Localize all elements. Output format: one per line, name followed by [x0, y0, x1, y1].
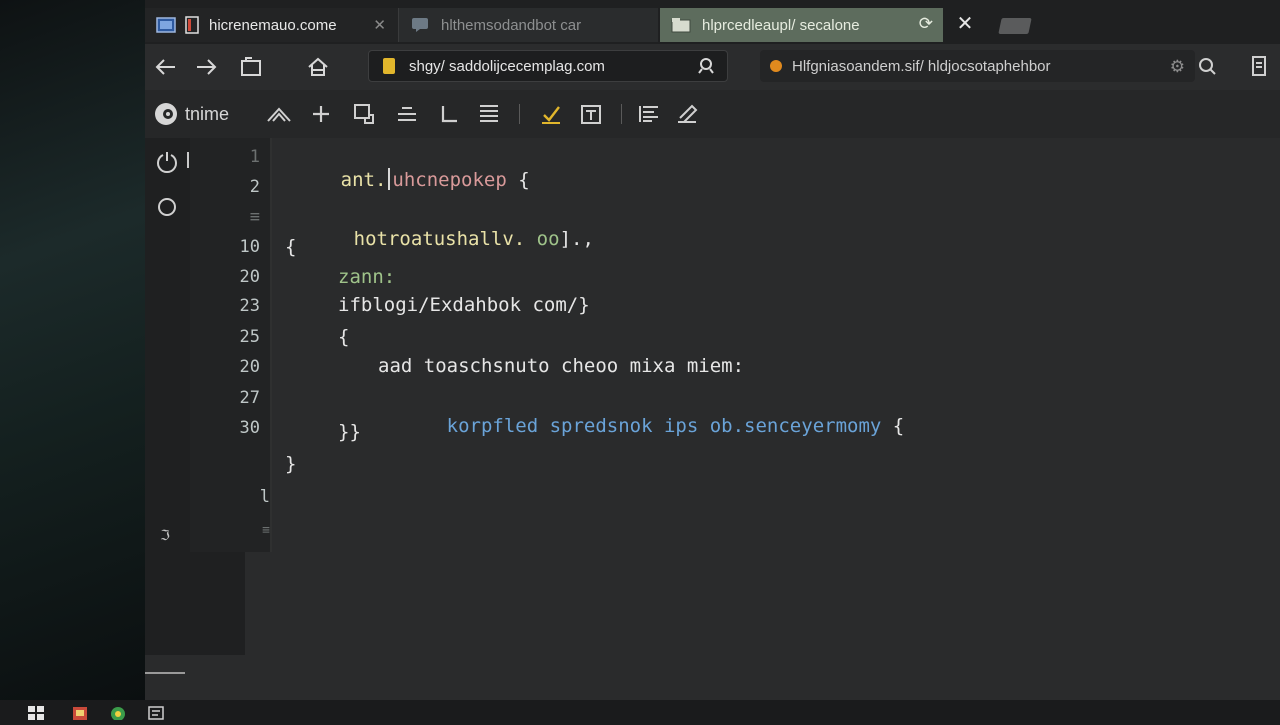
eye-icon [153, 102, 177, 126]
start-icon[interactable] [28, 706, 44, 720]
folder-icon [670, 14, 692, 36]
line-number: 20 [239, 267, 260, 287]
code-line-3: hotroatushallv. oo]., [285, 206, 594, 272]
line-number: 1 [249, 147, 260, 167]
toolbar-divider [519, 104, 520, 124]
rail-indicator [187, 152, 189, 168]
secondary-address-bar[interactable]: Hlfgniasoandem.sif/ hldjocsotaphehbor ⚙ [760, 50, 1195, 82]
line-number: 23 [239, 296, 260, 316]
code-token: ]., [559, 228, 594, 250]
address-bar[interactable]: shgy/ saddolijcecemplag.com [368, 50, 728, 82]
line-number: 2 [249, 177, 260, 197]
code-line-7: { [338, 326, 350, 348]
line-number: ≡ [249, 207, 260, 227]
text-cursor [388, 168, 391, 190]
editor-toolbar: tnime [145, 90, 1280, 138]
editor-brand[interactable]: tnime [153, 102, 229, 126]
secondary-address-text: Hlfgniasoandem.sif/ hldjocsotaphehbor [792, 57, 1051, 75]
rail-bottom-icon[interactable]: ℑ [153, 523, 177, 547]
lines-icon[interactable] [393, 100, 421, 128]
code-token: uhcnepokep [392, 169, 507, 191]
code-token: ant. [340, 169, 387, 191]
line-number: 30 [239, 418, 260, 438]
tab-2[interactable]: hlthemsodandbot car [398, 8, 658, 42]
tab-3[interactable]: hlprcedleaupl/ secalone ⟳ [660, 8, 943, 42]
circle-icon[interactable] [155, 195, 179, 219]
reload-icon[interactable]: ⟳ [919, 14, 933, 34]
line-number: l [259, 487, 270, 507]
tab-label: hicrenemauo.come [209, 16, 337, 34]
image-icon [155, 14, 177, 36]
menu-icon[interactable] [1245, 52, 1273, 80]
close-icon[interactable]: ✕ [953, 10, 977, 38]
search-icon[interactable] [697, 57, 715, 75]
desktop-background [0, 0, 146, 700]
editor-brand-label: tnime [185, 103, 230, 124]
line-number-gutter: 1 2 ≡ 10 20 23 25 20 27 30 l ≡ [190, 138, 272, 552]
warning-icon [770, 60, 782, 72]
code-editor[interactable]: ant. uhcnepokep { hotroatushallv. oo]., {… [272, 138, 1272, 658]
magnifier-icon[interactable] [1193, 52, 1221, 80]
line-number: ≡ [262, 523, 270, 538]
line-number: 20 [239, 357, 260, 377]
terminal-icon[interactable] [148, 706, 164, 720]
code-token: oo [525, 228, 560, 250]
code-line-6: ifblogi/Exdahbok com/} [338, 294, 590, 316]
code-line-10: }} [338, 421, 361, 443]
code-token: korpfled spredsnok ips ob.senceyermomy [446, 415, 882, 437]
power-icon[interactable] [155, 150, 179, 174]
code-line-5: zann: [338, 266, 396, 288]
address-text: shgy/ saddolijcecemplag.com [409, 57, 605, 75]
taskbar [0, 700, 1280, 721]
back-arrow-icon[interactable] [150, 52, 180, 82]
tab-label: hlthemsodandbot car [441, 16, 582, 34]
paragraph-icon[interactable] [635, 100, 663, 128]
code-line-9: korpfled spredsnok ips ob.senceyermomy { [378, 393, 905, 459]
code-line-8: aad toaschsnuto cheoo mixa miem: [378, 355, 745, 377]
crop-icon[interactable] [350, 100, 378, 128]
chevron-up-icon[interactable] [265, 100, 293, 128]
code-line-11: } [285, 453, 297, 475]
forward-arrow-icon[interactable] [192, 52, 222, 82]
code-line-1: ant. uhcnepokep { [272, 146, 530, 213]
tab-label: hlprcedleaupl/ secalone [702, 16, 860, 34]
code-token: hotroatushallv. [353, 228, 526, 250]
tab-1[interactable]: hicrenemauo.come ✕ [145, 8, 398, 42]
edit-pencil-icon[interactable] [673, 100, 701, 128]
browser-icon[interactable] [110, 706, 125, 721]
document-icon [181, 14, 203, 36]
code-token: { [506, 169, 530, 191]
code-line-4: { [285, 236, 297, 258]
code-token: { [881, 415, 905, 437]
new-tab-button[interactable] [998, 18, 1032, 34]
corner-icon[interactable] [435, 100, 463, 128]
line-number: 25 [239, 327, 260, 347]
window-icon[interactable] [236, 52, 266, 82]
text-box-icon[interactable] [577, 100, 605, 128]
home-icon[interactable] [303, 52, 333, 82]
browser-toolbar: shgy/ saddolijcecemplag.com Hlfgniasoand… [145, 44, 1280, 90]
chat-icon [409, 14, 431, 36]
plus-icon[interactable] [307, 100, 335, 128]
toolbar-divider [621, 104, 622, 124]
divider [145, 672, 185, 674]
line-number: 10 [239, 237, 260, 257]
app-icon[interactable] [72, 706, 87, 720]
list-icon[interactable] [475, 100, 503, 128]
line-number: 27 [239, 388, 260, 408]
highlight-icon[interactable] [537, 100, 565, 128]
tab-strip: hicrenemauo.come ✕ hlthemsodandbot car h… [145, 0, 1280, 44]
lock-icon [383, 58, 395, 74]
gear-icon[interactable]: ⚙ [1170, 57, 1185, 77]
browser-window: hicrenemauo.come ✕ hlthemsodandbot car h… [145, 0, 1280, 700]
tab-close-icon[interactable]: ✕ [373, 16, 386, 34]
